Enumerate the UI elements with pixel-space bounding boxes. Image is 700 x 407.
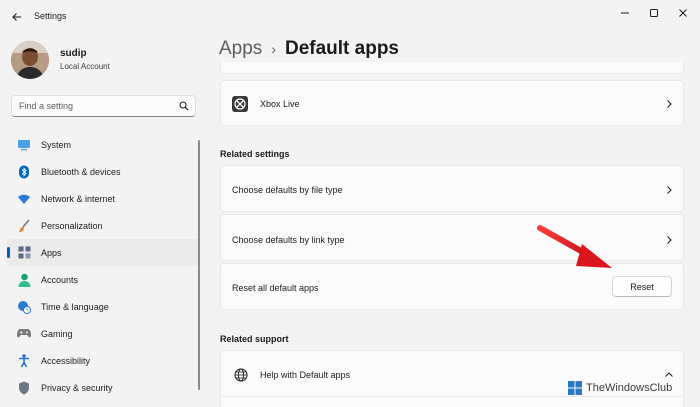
watermark: TheWindowsClub [568,381,672,395]
sidebar-item-network[interactable]: Network & internet [7,185,199,212]
back-arrow-icon [12,13,21,21]
maximize-button[interactable] [641,4,667,22]
system-icon [17,138,31,152]
sidebar-item-bluetooth[interactable]: Bluetooth & devices [7,158,199,185]
previous-card [220,62,684,74]
minimize-button[interactable] [612,4,638,22]
user-photo-icon [11,41,49,79]
breadcrumb: Apps › Default apps [219,38,399,60]
maximize-icon [650,9,658,17]
sidebar-item-personalization[interactable]: Personalization [7,212,199,239]
title-bar: Settings [0,0,700,34]
sidebar-item-privacy-security[interactable]: Privacy & security [7,374,199,401]
chevron-up-icon[interactable] [664,370,674,380]
annotation-arrow-icon [537,225,612,268]
chevron-right-icon [667,236,672,244]
section-title-related-support: Related support [220,334,289,344]
user-name: sudip [60,48,87,59]
search-input[interactable] [19,96,169,116]
close-button[interactable] [670,4,696,22]
bluetooth-icon [17,165,31,179]
sidebar-item-time-language[interactable]: Time & language [7,293,199,320]
shield-icon [17,381,31,395]
gamepad-icon [17,327,31,341]
globe-clock-icon [17,300,31,314]
chevron-right-icon [667,186,672,194]
apps-icon [17,246,31,260]
app-item-xbox-live[interactable]: Xbox Live [220,80,684,126]
xbox-icon [232,96,248,112]
close-icon [679,9,687,17]
sidebar-item-apps[interactable]: Apps [7,239,199,266]
sidebar-item-system[interactable]: System [7,131,199,158]
thewindowsclub-logo-icon [568,381,582,395]
sidebar-scrollbar[interactable] [198,140,200,390]
reset-button[interactable]: Reset [612,276,672,297]
back-button[interactable] [6,6,28,28]
divider [221,396,683,397]
watermark-text: TheWindowsClub [586,382,673,394]
accessibility-icon [17,353,31,368]
sidebar-item-accessibility[interactable]: Accessibility [7,347,199,374]
sidebar-item-gaming[interactable]: Gaming [7,320,199,347]
chevron-right-icon: › [271,41,276,57]
avatar[interactable] [11,41,49,79]
sidebar-nav: System Bluetooth & devices Network & int… [7,131,199,401]
search-box[interactable] [11,95,196,117]
chevron-right-icon [667,100,672,108]
section-title-related-settings: Related settings [220,149,290,159]
breadcrumb-parent[interactable]: Apps [219,38,262,60]
sidebar-item-accounts[interactable]: Accounts [7,266,199,293]
search-icon[interactable] [179,101,189,111]
choose-defaults-file-type[interactable]: Choose defaults by file type [220,165,684,212]
globe-icon [234,368,248,382]
brush-icon [17,218,31,233]
wifi-icon [17,192,31,206]
minimize-icon [621,12,629,14]
user-account-type: Local Account [60,62,110,71]
window-title: Settings [34,11,67,21]
help-default-apps[interactable]: Help with Default apps [220,350,684,407]
person-icon [17,273,31,287]
page-title: Default apps [284,38,400,59]
